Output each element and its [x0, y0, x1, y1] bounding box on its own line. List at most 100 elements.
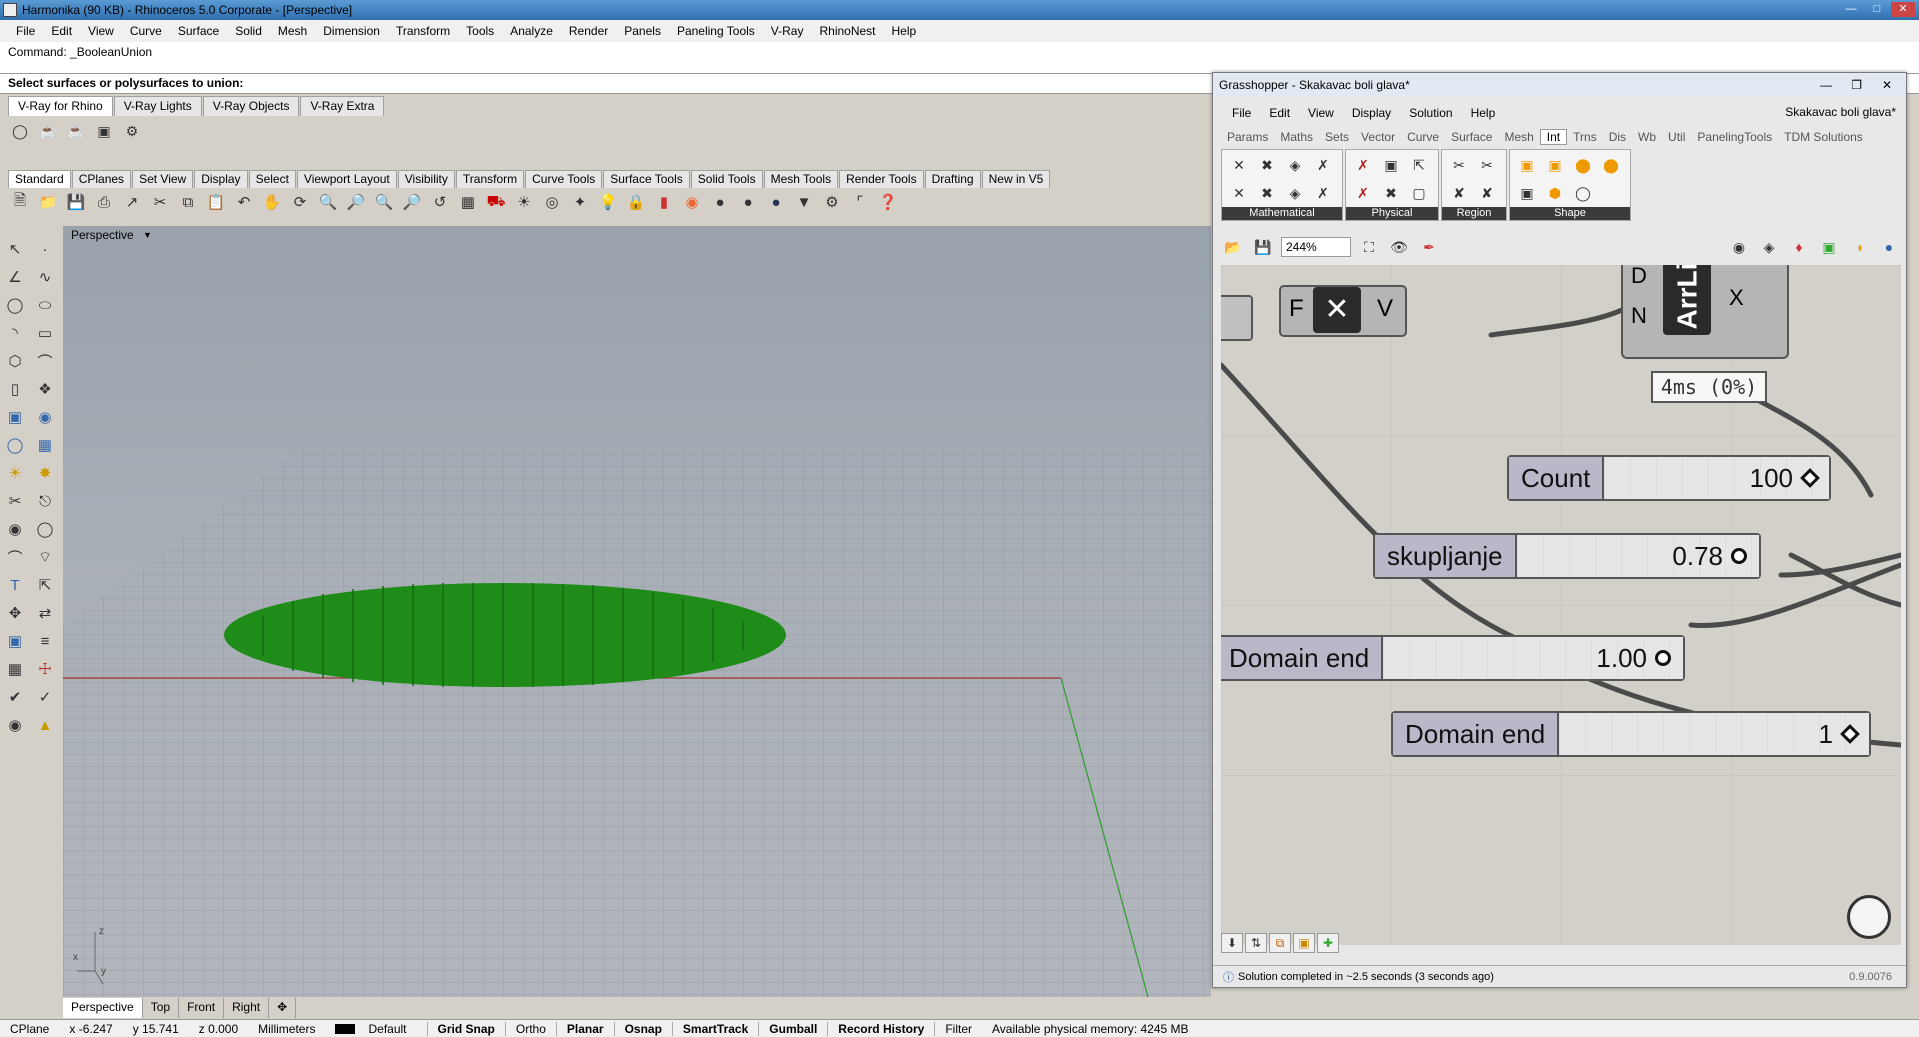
- layer-icon[interactable]: ▮: [652, 190, 676, 214]
- slider-domain-end-a[interactable]: Domain end 1.00: [1221, 635, 1685, 681]
- menu-curve[interactable]: Curve: [122, 24, 170, 38]
- curve-plane-icon[interactable]: ✗: [1310, 180, 1336, 206]
- move-icon[interactable]: ✥: [2, 600, 28, 626]
- paste-icon[interactable]: 📋: [204, 190, 228, 214]
- slider-diamond-icon[interactable]: [1840, 724, 1860, 744]
- gh-open-icon[interactable]: 📂: [1221, 235, 1245, 259]
- slider-skupljanje-track[interactable]: 0.78: [1516, 535, 1759, 577]
- close-button[interactable]: ✕: [1891, 2, 1915, 17]
- gh-menu-file[interactable]: File: [1223, 106, 1260, 120]
- zoom-selected-icon[interactable]: 🔎: [400, 190, 424, 214]
- menu-analyze[interactable]: Analyze: [502, 24, 561, 38]
- gh-tab-util[interactable]: Util: [1662, 130, 1691, 144]
- options-gear-icon[interactable]: ⚙: [820, 190, 844, 214]
- tab-vray-extra[interactable]: V-Ray Extra: [300, 96, 385, 116]
- solid-intersection-icon[interactable]: ◯: [1570, 180, 1596, 206]
- cplane-icon[interactable]: ◎: [540, 190, 564, 214]
- explode-icon[interactable]: ✸: [32, 460, 58, 486]
- toggle-smarttrack[interactable]: SmartTrack: [671, 1021, 758, 1036]
- vray-options-icon[interactable]: ◯: [8, 119, 32, 143]
- disable-preview-icon[interactable]: ◈: [1757, 235, 1781, 259]
- menu-view[interactable]: View: [80, 24, 122, 38]
- menu-file[interactable]: File: [8, 24, 43, 38]
- slider-domain-end-a-track[interactable]: 1.00: [1383, 637, 1683, 679]
- menu-solid[interactable]: Solid: [227, 24, 270, 38]
- tab-new-in-v5[interactable]: New in V5: [981, 170, 1051, 188]
- slider-domain-end-b[interactable]: Domain end 1: [1391, 711, 1871, 757]
- bottom-download-icon[interactable]: ⬇: [1221, 933, 1243, 953]
- zoom-extents-icon[interactable]: 🔍: [372, 190, 396, 214]
- gh-tab-sets[interactable]: Sets: [1319, 130, 1355, 144]
- select-arrow-icon[interactable]: ↖: [2, 236, 28, 262]
- menu-help[interactable]: Help: [884, 24, 925, 38]
- tab-cplanes[interactable]: CPlanes: [71, 170, 132, 188]
- region-difference-icon[interactable]: ▣: [1514, 180, 1540, 206]
- ellipse-icon[interactable]: ⬭: [32, 292, 58, 318]
- split-brep-icon[interactable]: ⬢: [1542, 180, 1568, 206]
- tab-display[interactable]: Display: [194, 170, 248, 188]
- toggle-filter[interactable]: Filter: [934, 1021, 982, 1036]
- gh-menu-display[interactable]: Display: [1343, 106, 1400, 120]
- status-units[interactable]: Millimeters: [248, 1022, 325, 1036]
- surface-line-icon[interactable]: ⇱: [1406, 152, 1432, 178]
- slider-skupljanje[interactable]: skupljanje 0.78: [1373, 533, 1761, 579]
- brep-brep-icon[interactable]: ▣: [1378, 152, 1404, 178]
- slider-diamond-icon[interactable]: [1800, 468, 1820, 488]
- mesh-curve-icon[interactable]: ✗: [1350, 180, 1376, 206]
- bottom-sort-icon[interactable]: ⇅: [1245, 933, 1267, 953]
- menu-mesh[interactable]: Mesh: [270, 24, 315, 38]
- vray-framebuffer-icon[interactable]: ▣: [92, 119, 116, 143]
- history-icon[interactable]: ☩: [32, 656, 58, 682]
- gh-menu-edit[interactable]: Edit: [1260, 106, 1299, 120]
- shaded-sphere-icon[interactable]: ●: [708, 190, 732, 214]
- split-multiple-icon[interactable]: ✘: [1446, 180, 1472, 206]
- perspective-viewport[interactable]: Perspective ▼ z x y: [63, 226, 1211, 997]
- canvas-navigation-dial-icon[interactable]: [1847, 895, 1891, 939]
- gh-tab-vector[interactable]: Vector: [1355, 130, 1401, 144]
- slider-count-track[interactable]: 100: [1604, 457, 1829, 499]
- analyze-icon[interactable]: ✔: [2, 684, 28, 710]
- slider-count[interactable]: Count 100: [1507, 455, 1831, 501]
- menu-tools[interactable]: Tools: [458, 24, 502, 38]
- line-icon[interactable]: ✕: [1226, 180, 1252, 206]
- surface-from-points-icon[interactable]: ▯: [2, 376, 28, 402]
- gh-menu-solution[interactable]: Solution: [1400, 106, 1461, 120]
- import-icon[interactable]: ↗: [120, 190, 144, 214]
- menu-surface[interactable]: Surface: [170, 24, 227, 38]
- gh-tab-maths[interactable]: Maths: [1274, 130, 1319, 144]
- group-icon[interactable]: ◉: [2, 516, 28, 542]
- gh-tab-curve[interactable]: Curve: [1401, 130, 1445, 144]
- gh-menu-view[interactable]: View: [1299, 106, 1343, 120]
- add-viewport-icon[interactable]: ✥: [269, 998, 297, 1018]
- tab-drafting[interactable]: Drafting: [924, 170, 981, 188]
- light-create-icon[interactable]: ☀: [2, 460, 28, 486]
- gh-tab-panelingtools[interactable]: PanelingTools: [1691, 130, 1778, 144]
- array-icon[interactable]: ▦: [2, 656, 28, 682]
- toggle-planar[interactable]: Planar: [555, 1021, 614, 1036]
- gh-tab-params[interactable]: Params: [1221, 130, 1274, 144]
- toggle-record-history[interactable]: Record History: [827, 1021, 934, 1036]
- ungroup-icon[interactable]: ◯: [32, 516, 58, 542]
- save-icon[interactable]: 💾: [64, 190, 88, 214]
- multiplication-node[interactable]: F ✕ V: [1279, 285, 1407, 337]
- render-sphere-icon[interactable]: ●: [736, 190, 760, 214]
- menu-render[interactable]: Render: [561, 24, 616, 38]
- gh-menu-help[interactable]: Help: [1462, 106, 1505, 120]
- plane-plane-icon[interactable]: ◈: [1282, 152, 1308, 178]
- gh-save-icon[interactable]: 💾: [1251, 235, 1275, 259]
- tab-curve-tools[interactable]: Curve Tools: [525, 170, 603, 188]
- trim-icon[interactable]: ✂: [2, 488, 28, 514]
- polygon-icon[interactable]: ⬡: [2, 348, 28, 374]
- check-icon[interactable]: ✓: [32, 684, 58, 710]
- point-icon[interactable]: ·: [32, 236, 58, 262]
- zoom-window-icon[interactable]: 🔎: [344, 190, 368, 214]
- arrlist-node[interactable]: D N ArrLi X: [1621, 265, 1789, 359]
- fillet-icon[interactable]: ⌒: [2, 544, 28, 570]
- render-tool-icon[interactable]: ◉: [2, 712, 28, 738]
- zoom-extents-icon[interactable]: ⛶: [1357, 235, 1381, 259]
- trim-region-icon[interactable]: ✂: [1474, 152, 1500, 178]
- toggle-gumball[interactable]: Gumball: [758, 1021, 827, 1036]
- grasshopper-canvas[interactable]: F ✕ V D N ArrLi X 4ms (0%) Count 100 sku…: [1221, 265, 1901, 945]
- pan-hand-icon[interactable]: ✋: [260, 190, 284, 214]
- viewport-tab-top[interactable]: Top: [143, 998, 180, 1018]
